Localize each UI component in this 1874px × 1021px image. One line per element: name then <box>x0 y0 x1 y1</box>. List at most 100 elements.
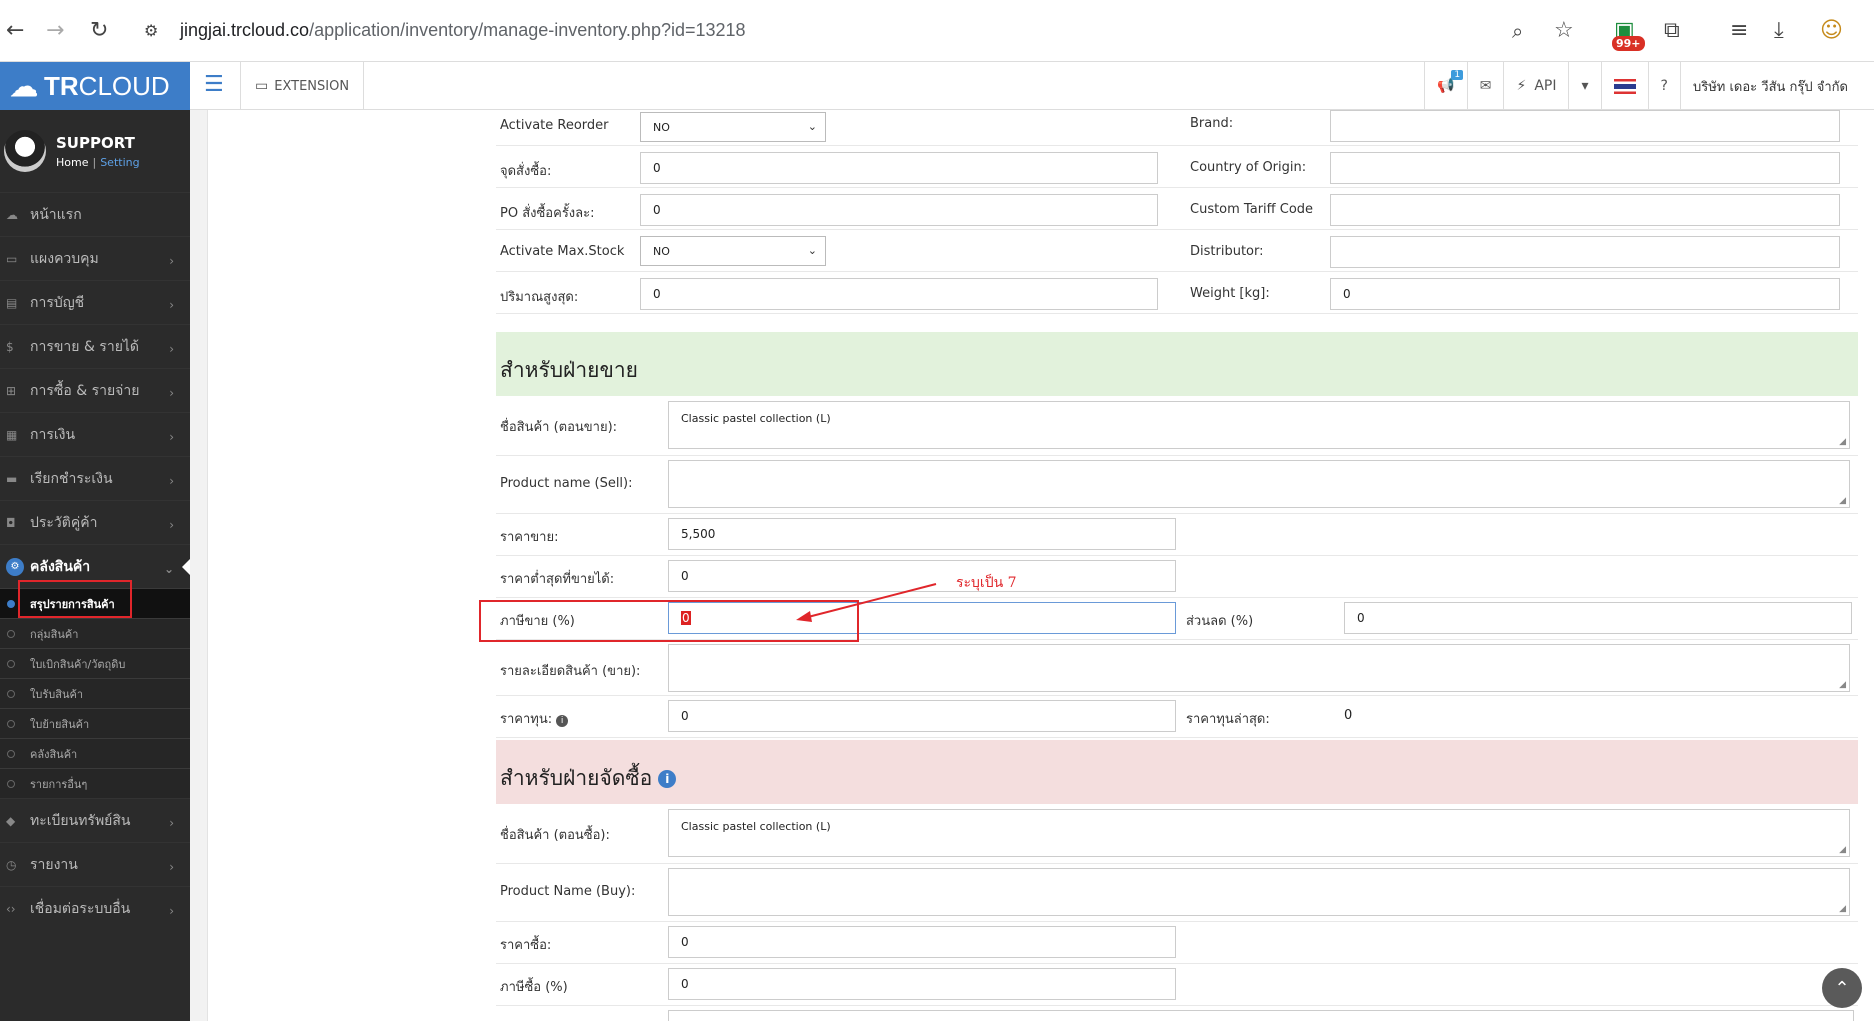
left-field-row: Activate Max.Stock NO ⌄ <box>496 230 1186 272</box>
forward-icon[interactable]: → <box>46 18 64 44</box>
contact-icon: ◘ <box>6 515 16 530</box>
sidebar-item[interactable]: ◷ รายงาน › <box>0 842 190 886</box>
sidebar-subitem[interactable]: กลุ่มสินค้า <box>0 618 190 648</box>
text-input[interactable] <box>1330 152 1840 184</box>
text-input[interactable] <box>1330 236 1840 268</box>
resize-grip-icon: ◢ <box>1839 845 1846 855</box>
sales-cost-input[interactable]: 0 <box>668 700 1176 732</box>
field-label: Activate Reorder <box>500 118 609 133</box>
sidebar-item[interactable]: $ การขาย & รายได้ › <box>0 324 190 368</box>
purchase-name-label: ชื่อสินค้า (ตอนซื้อ): <box>500 828 610 843</box>
bookmark-star-icon[interactable]: ☆ <box>1554 18 1574 44</box>
puzzle-icon[interactable]: ⧉ <box>1664 18 1680 44</box>
sidebar-item-label: หน้าแรก <box>30 206 82 223</box>
reload-icon[interactable]: ↻ <box>90 18 108 44</box>
notification-button[interactable]: 📢 1 <box>1424 62 1466 110</box>
text-input[interactable] <box>1330 110 1840 142</box>
extension-button[interactable]: ▭ EXTENSION <box>240 62 365 110</box>
setting-link[interactable]: Setting <box>100 156 139 169</box>
bullet-icon <box>7 629 15 638</box>
purchase-pname-textarea[interactable]: ◢ <box>668 868 1850 916</box>
sidebar-item[interactable]: ▭ แผงควบคุม › <box>0 236 190 280</box>
number-input[interactable]: 0 <box>640 152 1158 184</box>
field-label: Country of Origin: <box>1190 160 1307 175</box>
brand-name-bold: TR <box>44 70 79 101</box>
sales-pname-textarea[interactable]: ◢ <box>668 460 1850 508</box>
home-link[interactable]: Home <box>56 156 88 169</box>
sales-name-label: ชื่อสินค้า (ตอนขาย): <box>500 420 618 435</box>
monitor-icon: ▭ <box>6 251 18 266</box>
menu-toggle-icon[interactable]: ☰ <box>204 72 224 97</box>
sales-name-textarea[interactable]: Classic pastel collection (L) ◢ <box>668 401 1850 449</box>
select-field[interactable]: NO ⌄ <box>640 112 826 142</box>
back-icon[interactable]: ← <box>6 18 24 44</box>
select-field[interactable]: NO ⌄ <box>640 236 826 266</box>
top-header: ☰ ▭ EXTENSION 📢 1 ✉ ⚡ API ▾ ? บริษัท เดอ… <box>190 62 1874 110</box>
number-input[interactable]: 0 <box>640 278 1158 310</box>
site-settings-icon[interactable]: ⚙ <box>144 18 158 44</box>
sidebar-item[interactable]: ⊞ การซื้อ & รายจ่าย › <box>0 368 190 412</box>
calendar-icon: ▦ <box>6 427 18 442</box>
sidebar-item[interactable]: ▬ เรียกชำระเงิน › <box>0 456 190 500</box>
chevron-right-icon: › <box>169 518 174 532</box>
sales-name-value: Classic pastel collection (L) <box>681 412 831 425</box>
number-input[interactable]: 0 <box>640 194 1158 226</box>
profile-avatar[interactable]: ☺ <box>1820 18 1843 44</box>
resize-grip-icon: ◢ <box>1839 437 1846 447</box>
resize-grip-icon: ◢ <box>1839 496 1846 506</box>
brand-logo[interactable]: ☁ TR CLOUD <box>0 62 190 110</box>
zoom-icon[interactable]: ⌕ <box>1512 18 1523 44</box>
sales-min-input[interactable]: 0 <box>668 560 1176 592</box>
sidebar-item-label: ทะเบียนทรัพย์สิน <box>30 812 131 829</box>
sales-min-row: ราคาต่ำสุดที่ขายได้: 0 <box>496 556 1858 598</box>
sidebar-item[interactable]: ▤ การบัญชี › <box>0 280 190 324</box>
sidebar-item[interactable]: ▦ การเงิน › <box>0 412 190 456</box>
scroll-to-top-button[interactable]: ⌃ <box>1822 968 1862 1008</box>
sales-desc-textarea[interactable]: ◢ <box>668 644 1850 692</box>
purchase-price-input[interactable]: 0 <box>668 926 1176 958</box>
sidebar-item[interactable]: ☁ หน้าแรก <box>0 192 190 236</box>
sidebar-item-label: ประวัติคู่ค้า <box>30 514 98 531</box>
next-field-input[interactable] <box>668 1010 1854 1021</box>
info-icon[interactable]: i <box>556 715 569 727</box>
sales-pname-row: Product name (Sell): ◢ <box>496 456 1858 514</box>
sidebar-item[interactable]: ◆ ทะเบียนทรัพย์สิน › <box>0 798 190 842</box>
sidebar-item-label: เชื่อมต่อระบบอื่น <box>30 900 131 917</box>
text-input[interactable]: 0 <box>1330 278 1840 310</box>
sidebar-subitem[interactable]: คลังสินค้า <box>0 738 190 768</box>
sidebar-item-label: การบัญชี <box>30 294 85 311</box>
purchase-section-title-wrap: สำหรับฝ่ายจัดซื้อ i <box>500 762 677 795</box>
sales-discount-value: 0 <box>1357 611 1365 625</box>
address-bar[interactable]: jingjai.trcloud.co/application/inventory… <box>180 20 746 41</box>
media-icon[interactable]: ≡ <box>1730 18 1748 44</box>
dropdown-button[interactable]: ▾ <box>1568 62 1600 110</box>
company-name[interactable]: บริษัท เดอะ วีสัน กรุ๊ป จำกัด <box>1679 62 1874 110</box>
field-label: Activate Max.Stock <box>500 244 625 259</box>
sales-discount-input[interactable]: 0 <box>1344 602 1852 634</box>
right-field-row: Brand: <box>1186 110 1858 146</box>
active-indicator <box>182 559 190 575</box>
annotation-text: ระบุเป็น 7 <box>956 575 1017 591</box>
sidebar-item[interactable]: ‹› เชื่อมต่อระบบอื่น › <box>0 886 190 930</box>
help-button[interactable]: ? <box>1647 62 1680 110</box>
download-icon[interactable]: ⤓ <box>1774 18 1784 44</box>
card-icon: ▬ <box>6 471 18 486</box>
sidebar-item[interactable]: ◘ ประวัติคู่ค้า › <box>0 500 190 544</box>
language-button[interactable] <box>1600 62 1648 110</box>
purchase-tax-input[interactable]: 0 <box>668 968 1176 1000</box>
sales-price-input[interactable]: 5,500 <box>668 518 1176 550</box>
mail-button[interactable]: ✉ <box>1466 62 1504 110</box>
text-input[interactable] <box>1330 194 1840 226</box>
purchase-name-textarea[interactable]: Classic pastel collection (L) ◢ <box>668 809 1850 857</box>
sidebar-subitem[interactable]: รายการอื่นๆ <box>0 768 190 798</box>
cart-icon: ⊞ <box>6 383 17 398</box>
sidebar-subitem-label: ใบเบิกสินค้า/วัตถุดิบ <box>30 657 126 671</box>
api-button[interactable]: ⚡ API <box>1503 62 1568 110</box>
select-value: NO <box>653 244 670 258</box>
sidebar-subitem[interactable]: ใบย้ายสินค้า <box>0 708 190 738</box>
info-icon[interactable]: i <box>658 770 677 788</box>
sidebar-item-label: การขาย & รายได้ <box>30 338 140 355</box>
sidebar-subitem[interactable]: ใบเบิกสินค้า/วัตถุดิบ <box>0 648 190 678</box>
sidebar-subitem[interactable]: ใบรับสินค้า <box>0 678 190 708</box>
sales-cost-label-wrap: ราคาทุน: i <box>500 708 569 729</box>
